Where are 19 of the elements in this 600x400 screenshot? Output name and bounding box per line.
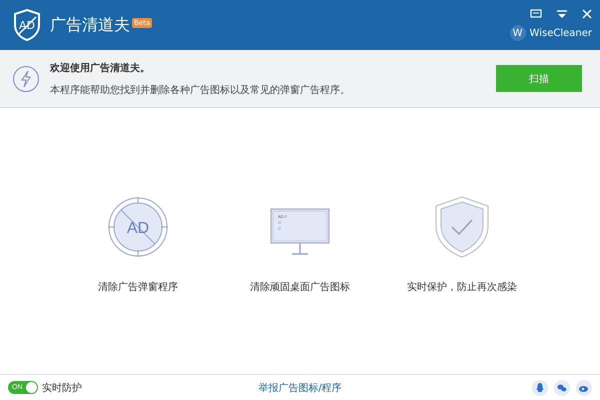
report-link[interactable]: 举报广告图标/程序 bbox=[258, 380, 342, 394]
eye-icon[interactable] bbox=[576, 380, 592, 396]
lightning-icon bbox=[12, 64, 40, 92]
feature-label: 清除广告弹窗程序 bbox=[98, 280, 178, 294]
welcome-description: 本程序能帮助您找到并删除各种广告图标以及常见的弹窗广告程序。 bbox=[50, 84, 351, 96]
scan-button[interactable]: 扫描 bbox=[496, 65, 582, 92]
feature-label: 清除顽固桌面广告图标 bbox=[250, 280, 350, 294]
dropdown-icon[interactable] bbox=[556, 9, 568, 19]
welcome-heading: 欢迎使用广告清道夫。 bbox=[50, 61, 151, 74]
close-icon[interactable] bbox=[582, 9, 592, 19]
brand-logo[interactable]: W bbox=[510, 25, 526, 41]
feedback-icon[interactable] bbox=[530, 9, 542, 19]
chat-icon[interactable] bbox=[554, 380, 570, 396]
feature-label: 实时保护，防止再次感染 bbox=[407, 280, 517, 294]
app-title: 广告清道夫 bbox=[50, 14, 130, 36]
toggle-label: 实时防护 bbox=[42, 382, 82, 394]
penguin-icon[interactable] bbox=[532, 380, 548, 396]
brand-name[interactable]: WiseCleaner bbox=[530, 28, 592, 38]
shield-check-icon bbox=[435, 196, 489, 258]
